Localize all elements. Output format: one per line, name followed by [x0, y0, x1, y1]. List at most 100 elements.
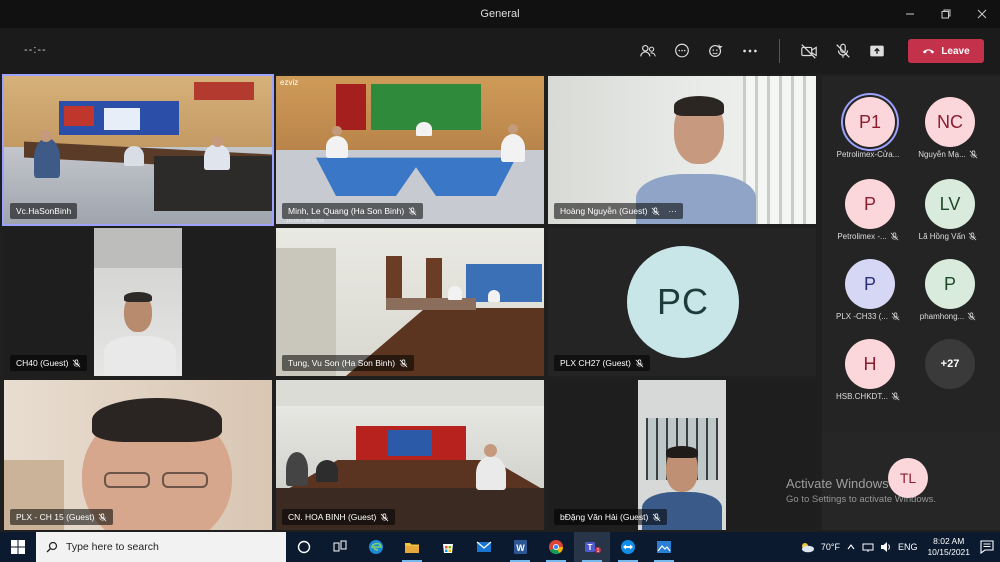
participant-name-chip: PLX - CH 15 (Guest)	[10, 509, 114, 525]
phone-hangup-icon	[923, 49, 935, 54]
video-tile[interactable]: CH40 (Guest)	[4, 228, 272, 376]
weather-temperature[interactable]: 70°F	[821, 542, 840, 552]
window-title: General	[480, 8, 520, 20]
meeting-timer: --:--	[24, 44, 47, 56]
participant-avatar: NC	[925, 97, 975, 147]
mic-off-icon	[968, 232, 977, 241]
photo-icon[interactable]	[646, 532, 682, 562]
mic-off-icon	[969, 150, 978, 159]
video-tile[interactable]: Tung, Vu Son (Ha Son Binh)	[276, 228, 544, 376]
word-icon[interactable]: W	[502, 532, 538, 562]
video-tile[interactable]: CN. HOA BINH (Guest)	[276, 380, 544, 530]
video-tile[interactable]: Hoàng Nguyễn (Guest) ···	[548, 76, 816, 224]
video-tile[interactable]: ezviz 10-15-2 08:01:59 Minh, Le Quang (H…	[276, 76, 544, 224]
mic-off-icon	[99, 513, 107, 521]
more-participants-button[interactable]: +27	[908, 324, 988, 404]
participant-avatar: P	[845, 259, 895, 309]
participant-name: PLX - CH 15 (Guest)	[16, 512, 95, 522]
participant-item[interactable]: P Petrolimex -...	[828, 164, 908, 244]
watermark-line1: Activate Windows	[786, 476, 889, 491]
more-icon[interactable]	[733, 34, 767, 68]
participant-item[interactable]: P1 Petrolimex-Cửa...	[828, 82, 908, 162]
participant-item[interactable]: H HSB.CHKDT...	[828, 324, 908, 404]
search-placeholder: Type here to search	[66, 541, 159, 553]
participant-label: HSB.CHKDT...	[828, 392, 908, 401]
participant-label: PLX -CH33 (...	[828, 312, 908, 321]
people-icon[interactable]	[631, 34, 665, 68]
participant-avatar: P1	[845, 97, 895, 147]
webcam-video	[4, 380, 272, 530]
participant-name-chip: Minh, Le Quang (Ha Son Binh)	[282, 203, 424, 219]
participant-name: phamhong...	[919, 312, 965, 321]
network-icon[interactable]	[862, 541, 874, 553]
video-tile[interactable]: Vc.HaSonBinh	[2, 74, 274, 226]
camera-brand-overlay: ezviz	[280, 78, 299, 87]
teams-badge-count: 1	[597, 548, 600, 554]
teams-window: General --:-- Leave Vc.HaSonBinh ezviz 1…	[0, 0, 1000, 562]
more-participants-count: +27	[925, 339, 975, 389]
mic-off-icon	[380, 513, 389, 521]
participant-label: Nguyễn Mạ...	[908, 150, 988, 159]
participant-avatar: PC	[627, 246, 739, 358]
participant-name-chip: Tung, Vu Son (Ha Son Binh)	[282, 355, 415, 371]
input-language[interactable]: ENG	[898, 542, 918, 552]
mic-off-icon[interactable]	[826, 34, 860, 68]
weather-cloud-icon	[801, 543, 814, 553]
edge-icon[interactable]	[358, 532, 394, 562]
mic-off-icon	[967, 312, 976, 321]
more-options-icon[interactable]: ···	[668, 206, 677, 216]
participant-label: Petrolimex-Cửa...	[828, 150, 908, 159]
participant-item[interactable]: NC Nguyễn Mạ...	[908, 82, 988, 162]
chat-icon[interactable]	[665, 34, 699, 68]
participant-name: CN. HOA BINH (Guest)	[288, 512, 377, 522]
participant-name: PLX CH27 (Guest)	[560, 358, 631, 368]
minimize-icon[interactable]	[892, 0, 928, 28]
participant-name: Petrolimex-Cửa...	[836, 150, 900, 159]
share-icon[interactable]	[860, 34, 894, 68]
mic-off-icon	[635, 359, 644, 367]
windows-start-icon[interactable]	[0, 532, 36, 562]
video-tile[interactable]: bĐặng Văn Hải (Guest)	[548, 380, 816, 530]
chrome-icon[interactable]	[538, 532, 574, 562]
close-icon[interactable]	[964, 0, 1000, 28]
clock[interactable]: 8:02 AM 10/15/2021	[927, 536, 970, 558]
mic-off-icon	[891, 392, 900, 401]
participant-item[interactable]: P phamhong...	[908, 244, 988, 324]
participant-avatar: H	[845, 339, 895, 389]
clock-time: 8:02 AM	[933, 536, 965, 546]
portrait-webcam-video	[638, 380, 726, 530]
participant-name: Tung, Vu Son (Ha Son Binh)	[288, 358, 396, 368]
file-explorer-icon[interactable]	[394, 532, 430, 562]
reactions-icon[interactable]	[699, 34, 733, 68]
participant-name: HSB.CHKDT...	[835, 392, 888, 401]
notification-center-icon[interactable]	[980, 540, 994, 554]
participant-name-chip: CH40 (Guest)	[10, 355, 88, 371]
video-grid: Vc.HaSonBinh ezviz 10-15-2 08:01:59 Minh…	[2, 74, 816, 530]
video-tile[interactable]: PLX - CH 15 (Guest)	[4, 380, 272, 530]
teams-icon[interactable]: T1	[574, 532, 610, 562]
mic-off-icon	[408, 207, 417, 215]
video-tile[interactable]: PC PLX CH27 (Guest)	[548, 228, 816, 376]
participant-name-chip: bĐặng Văn Hải (Guest)	[554, 509, 668, 525]
participant-label: phamhong...	[908, 312, 988, 321]
participant-label: Petrolimex -...	[828, 232, 908, 241]
participant-item[interactable]: P PLX -CH33 (...	[828, 244, 908, 324]
taskbar-search-box[interactable]: Type here to search	[36, 532, 286, 562]
teamviewer-icon[interactable]	[610, 532, 646, 562]
meeting-toolbar: --:-- Leave	[0, 28, 1000, 74]
camera-off-icon[interactable]	[792, 34, 826, 68]
store-icon[interactable]	[430, 532, 466, 562]
conference-room-video	[4, 76, 272, 224]
leave-button[interactable]: Leave	[908, 39, 984, 63]
portrait-webcam-video	[94, 228, 182, 376]
mail-icon[interactable]	[466, 532, 502, 562]
toolbar-divider	[779, 39, 780, 63]
participant-name-chip: Hoàng Nguyễn (Guest) ···	[554, 203, 683, 219]
volume-icon[interactable]	[880, 541, 892, 553]
participant-item[interactable]: LV Lã Hồng Vấn	[908, 164, 988, 244]
maximize-icon[interactable]	[928, 0, 964, 28]
task-view-icon[interactable]	[322, 532, 358, 562]
cortana-icon[interactable]	[286, 532, 322, 562]
mic-off-icon	[890, 232, 899, 241]
chevron-up-icon[interactable]	[846, 542, 856, 552]
